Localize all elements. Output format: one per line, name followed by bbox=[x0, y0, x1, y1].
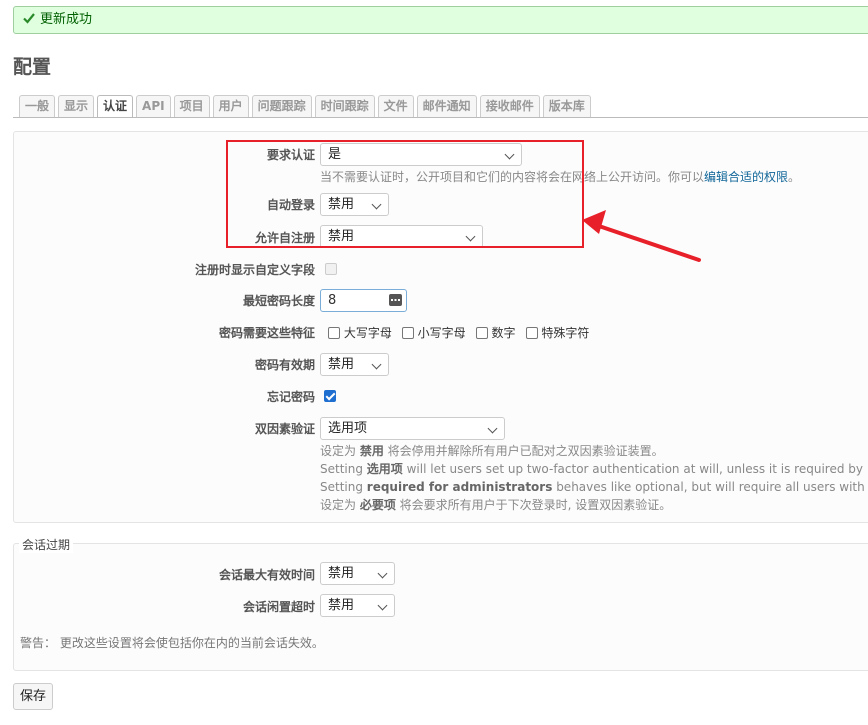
annotation-arrow-icon bbox=[582, 210, 701, 262]
